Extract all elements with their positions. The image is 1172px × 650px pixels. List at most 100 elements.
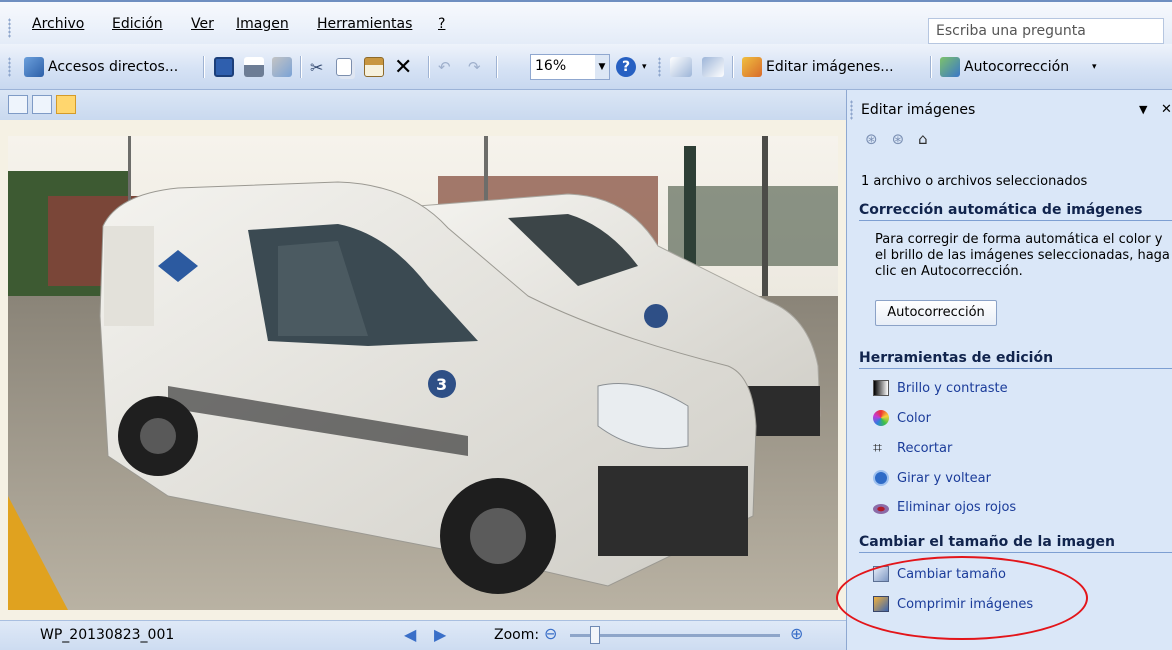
filmstrip-view-button[interactable] (32, 95, 52, 114)
image-pane: 3 (0, 120, 846, 620)
toolbar-options-icon: ▾ (642, 62, 647, 72)
section-edit-tools: Herramientas de edición (859, 350, 1172, 369)
edit-images-label: Editar imágenes... (766, 59, 894, 75)
shortcuts-icon (24, 57, 44, 77)
link-compress-images[interactable]: Comprimir imágenes (873, 596, 1033, 612)
selected-info: 1 archivo o archivos seleccionados (861, 174, 1088, 189)
print-button[interactable] (244, 54, 264, 80)
redo-button[interactable]: ↷ (468, 54, 481, 80)
help-button[interactable]: ? (616, 54, 636, 80)
home-icon[interactable]: ⌂ (918, 130, 928, 148)
section-resize: Cambiar el tamaño de la imagen (859, 534, 1172, 553)
menu-ver[interactable]: Ver (191, 16, 214, 32)
status-bar: WP_20130823_001 ◀ ▶ Zoom: ⊖ ⊕ (0, 620, 846, 650)
rotate-left-icon (670, 57, 692, 77)
forward-icon[interactable]: ⊛ (892, 130, 905, 148)
menu-grip[interactable] (8, 18, 11, 38)
shortcuts-button[interactable]: Accesos directos... (24, 54, 178, 80)
auto-description: Para corregir de forma automática el col… (875, 232, 1170, 279)
edit-images-task-pane: Editar imágenes ▼ ✕ ⊛ ⊛ ⌂ 1 archivo o ar… (846, 90, 1172, 650)
rotate-right-button[interactable] (702, 54, 724, 80)
autocorrect-label: Autocorrección (964, 59, 1070, 75)
toolbar-grip[interactable] (8, 57, 11, 77)
delete-icon: ✕ (394, 54, 413, 80)
menu-archivo[interactable]: Archivo (32, 16, 84, 32)
zoom-combo[interactable]: 16% ▼ (530, 54, 610, 80)
zoom-slider[interactable] (570, 626, 780, 644)
shortcuts-label: Accesos directos... (48, 59, 179, 75)
toolbar2-options-button[interactable]: ▾ (1092, 54, 1097, 80)
zoom-slider-thumb[interactable] (590, 626, 600, 644)
menu-edicion[interactable]: Edición (112, 16, 163, 32)
ask-question-input[interactable]: Escriba una pregunta (928, 18, 1164, 44)
close-icon[interactable]: ✕ (1161, 98, 1172, 122)
copy-button[interactable] (336, 54, 352, 80)
menu-bar: Archivo Edición Ver Imagen Herramientas … (0, 0, 1172, 44)
link-resize[interactable]: Cambiar tamaño (873, 566, 1006, 582)
menu-herramientas[interactable]: Herramientas (317, 16, 412, 32)
taskpane-header: Editar imágenes ▼ ✕ (847, 98, 1172, 122)
link-label: Comprimir imágenes (897, 596, 1034, 612)
link-label: Brillo y contraste (897, 380, 1008, 396)
brightness-contrast-icon (873, 380, 889, 396)
link-rotate-flip[interactable]: Girar y voltear (873, 470, 991, 486)
edit-images-icon (742, 57, 762, 77)
van-number: 3 (436, 375, 447, 394)
help-icon: ? (616, 57, 636, 77)
toolbar2-options-icon: ▾ (1092, 62, 1097, 72)
vehicle-photo[interactable]: 3 (8, 136, 838, 610)
autocorrect-pane-button[interactable]: Autocorrección (875, 300, 997, 326)
autocorrect-button[interactable]: Autocorrección (940, 54, 1069, 80)
paste-button[interactable] (364, 54, 384, 80)
crop-icon: ⌗ (873, 438, 883, 457)
autocorrect-icon (940, 57, 960, 77)
taskpane-menu-icon[interactable]: ▼ (1139, 98, 1147, 122)
zoom-in-icon[interactable]: ⊕ (790, 624, 803, 643)
mail-button[interactable] (272, 54, 292, 80)
red-eye-icon (873, 504, 889, 514)
link-label: Recortar (897, 440, 953, 456)
copy-icon (336, 58, 352, 76)
link-label: Color (897, 410, 931, 426)
link-brightness-contrast[interactable]: Brillo y contraste (873, 380, 1008, 396)
edit-images-button[interactable]: Editar imágenes... (742, 54, 894, 80)
section-auto-correction: Corrección automática de imágenes (859, 202, 1172, 221)
scissors-icon: ✂ (310, 57, 324, 77)
standard-toolbar: Accesos directos... ✂ ✕ ↶ ↷ 16% ▼ ? ▾ Ed… (0, 44, 1172, 90)
rotate-right-icon (702, 57, 724, 77)
menu-help[interactable]: ? (438, 16, 445, 32)
compress-icon (873, 596, 889, 612)
rotate-left-button[interactable] (670, 54, 692, 80)
cut-button[interactable]: ✂ (310, 54, 323, 80)
paste-icon (364, 57, 384, 77)
next-image-button[interactable]: ▶ (434, 625, 446, 644)
undo-icon: ↶ (438, 58, 451, 76)
resize-icon (873, 566, 889, 582)
toolbar-options-button[interactable]: ▾ (642, 54, 647, 80)
chevron-down-icon[interactable]: ▼ (595, 55, 609, 79)
thumbnail-view-button[interactable] (8, 95, 28, 114)
toolbar2-grip[interactable] (658, 57, 661, 77)
link-color[interactable]: Color (873, 410, 931, 426)
link-red-eye[interactable]: Eliminar ojos rojos (873, 500, 1016, 515)
single-image-view-button[interactable] (56, 95, 76, 114)
color-wheel-icon (873, 410, 889, 426)
link-crop[interactable]: ⌗ Recortar (873, 440, 952, 456)
save-icon (214, 57, 234, 77)
vehicle-photo-image: 3 (8, 136, 838, 610)
menu-imagen[interactable]: Imagen (236, 16, 289, 32)
back-icon[interactable]: ⊛ (865, 130, 878, 148)
redo-icon: ↷ (468, 58, 481, 76)
zoom-value: 16% (535, 58, 567, 74)
previous-image-button[interactable]: ◀ (404, 625, 416, 644)
mail-icon (272, 57, 292, 77)
link-label: Cambiar tamaño (897, 566, 1006, 582)
zoom-out-icon[interactable]: ⊖ (544, 624, 557, 643)
delete-button[interactable]: ✕ (394, 54, 412, 80)
save-button[interactable] (214, 54, 234, 80)
rotate-flip-icon (873, 470, 889, 486)
taskpane-title: Editar imágenes (861, 102, 976, 118)
status-filename: WP_20130823_001 (40, 627, 175, 643)
view-buttons-row (0, 90, 846, 120)
undo-button[interactable]: ↶ (438, 54, 451, 80)
